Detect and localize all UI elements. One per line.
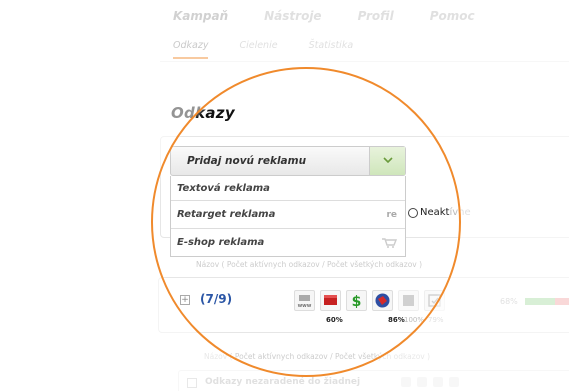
progress-bar — [525, 298, 569, 305]
group-count[interactable]: (7/9) — [200, 292, 232, 306]
flag-pct: 60% — [326, 316, 343, 324]
unassigned-label: Odkazy nezaradené do žiadnej — [205, 377, 361, 387]
ad-type-menu: Textová reklama Retarget reklama re E-sh… — [170, 176, 406, 257]
progress-bar-fill — [525, 298, 555, 305]
unassigned-hint: Názov ( Počet aktívnych odkazov / Počet … — [204, 352, 431, 361]
tab-profil[interactable]: Profil — [358, 9, 394, 23]
svg-text:www: www — [298, 303, 312, 309]
media-pct: 100% — [404, 316, 425, 324]
expand-icon[interactable]: + — [180, 295, 190, 305]
clock-icon[interactable] — [424, 290, 445, 311]
clock-pct: 79% — [428, 316, 444, 324]
sub-nav: Odkazy Cielenie Štatistika — [173, 40, 384, 59]
menu-item-retarget-ad[interactable]: Retarget reklama re — [171, 200, 405, 228]
clock-icon — [449, 377, 459, 387]
menu-item-label: Retarget reklama — [177, 209, 276, 220]
menu-item-text-ad[interactable]: Textová reklama — [171, 176, 405, 200]
dollar-icon — [401, 377, 411, 387]
add-ad-button-label: Pridaj novú reklamu — [187, 155, 307, 167]
tab-kampan[interactable]: Kampaň — [173, 9, 228, 23]
inactive-radio-label: Neakt — [420, 207, 450, 218]
inactive-radio-label-faded: ívne — [449, 207, 471, 218]
flag-icon[interactable] — [320, 290, 341, 311]
chevron-down-icon[interactable] — [369, 147, 405, 175]
unassigned-panel: Odkazy nezaradené do žiadnej — [178, 370, 569, 391]
media-icon[interactable] — [398, 290, 419, 311]
tab-nastroje[interactable]: Nástroje — [264, 9, 321, 23]
add-ad-button[interactable]: Pridaj novú reklamu — [170, 146, 406, 176]
menu-item-label: E-shop reklama — [177, 237, 265, 248]
page-title: Odkazy — [171, 104, 235, 122]
app-window: Kampaň Nástroje Profil Pomoc Odkazy Ciel… — [0, 0, 569, 391]
www-icon[interactable]: www — [294, 290, 315, 311]
media-icon — [433, 377, 443, 387]
retarget-tag: re — [386, 209, 397, 220]
cart-icon — [382, 237, 397, 248]
top-navigation: Kampaň Nástroje Profil Pomoc Odkazy Ciel… — [0, 0, 569, 62]
shopping-icon — [417, 377, 427, 387]
expand-icon[interactable] — [187, 378, 197, 388]
dollar-icon[interactable]: $ — [346, 290, 367, 311]
svg-text:$: $ — [352, 294, 362, 310]
subtab-odkazy[interactable]: Odkazy — [173, 40, 209, 59]
group-hint: Názov ( Počet aktívnych odkazov / Počet … — [196, 260, 423, 269]
inactive-radio[interactable] — [408, 207, 418, 218]
status-filter: Neakt ívne — [408, 207, 471, 218]
tab-pomoc[interactable]: Pomoc — [430, 9, 475, 23]
shopping-pct: 86% — [388, 316, 405, 324]
subtab-statistika[interactable]: Štatistika — [309, 40, 354, 59]
nav-divider — [160, 61, 569, 62]
subtab-cielenie[interactable]: Cielenie — [239, 40, 277, 59]
menu-item-eshop-ad[interactable]: E-shop reklama — [171, 228, 405, 256]
progress-label: 68% — [500, 297, 518, 306]
shopping-icon[interactable] — [372, 290, 393, 311]
add-ad-dropdown: Pridaj novú reklamu Textová reklama Reta… — [170, 146, 406, 257]
menu-item-label: Textová reklama — [177, 182, 270, 194]
main-nav: Kampaň Nástroje Profil Pomoc — [173, 9, 511, 23]
